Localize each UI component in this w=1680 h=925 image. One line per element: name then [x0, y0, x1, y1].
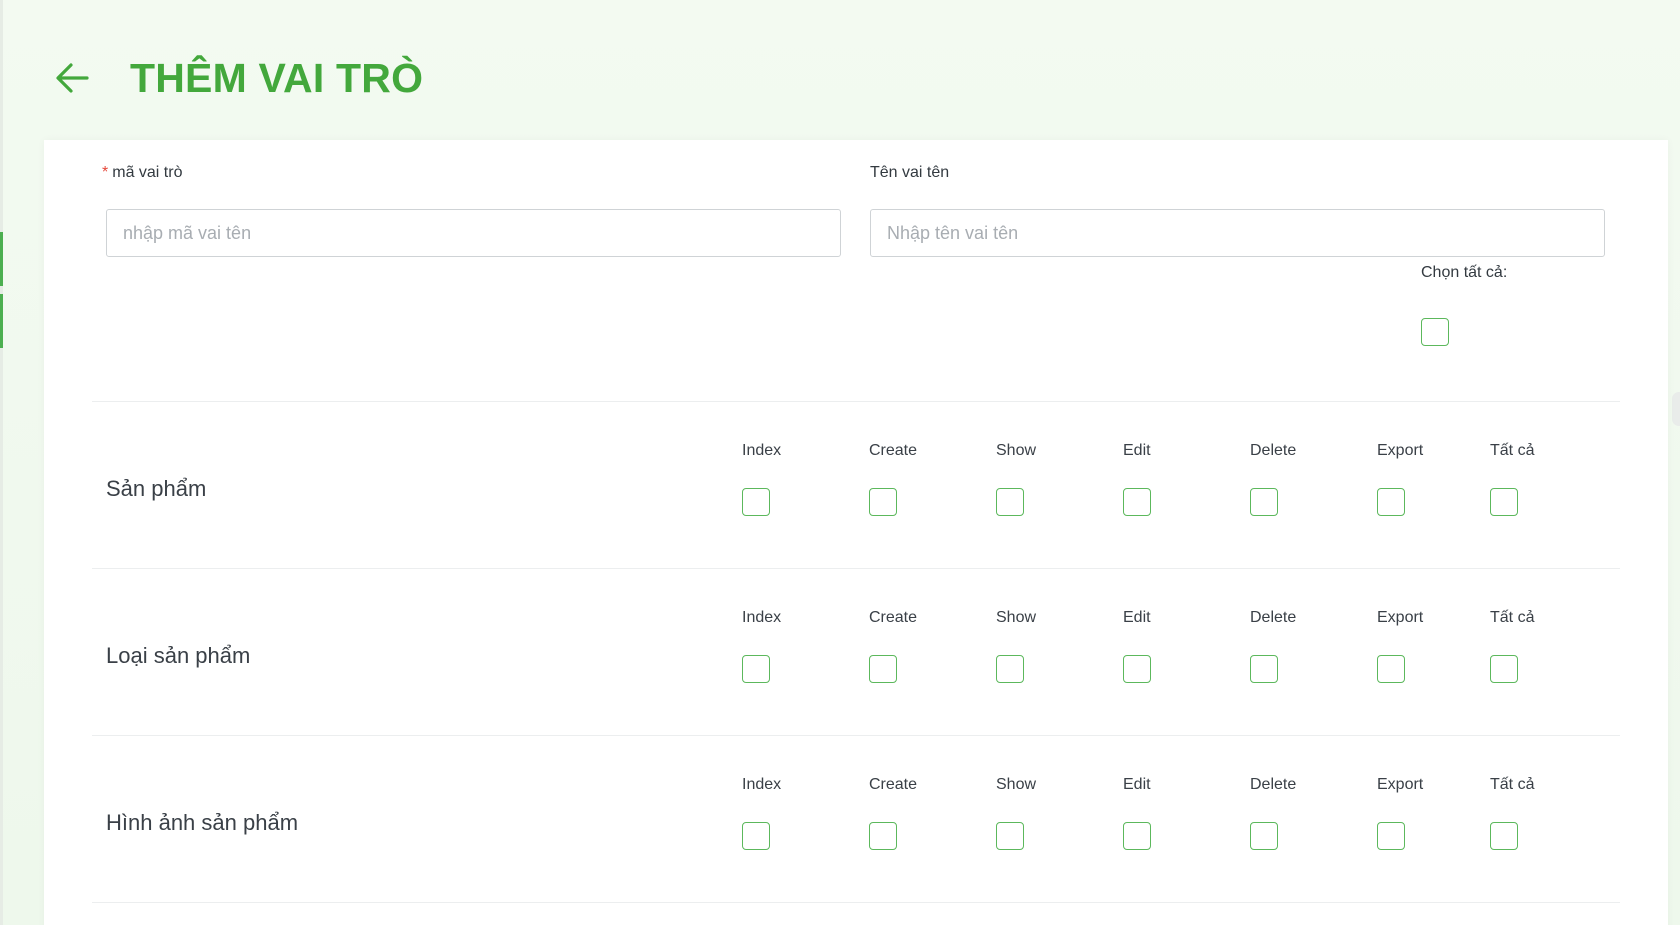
permission-column: Edit	[1123, 609, 1223, 689]
permission-checkbox[interactable]	[1123, 655, 1151, 683]
permission-label: Create	[869, 776, 918, 793]
permission-column: Create	[869, 776, 969, 856]
permission-column: Index	[742, 609, 842, 689]
arrow-left-icon	[56, 63, 89, 93]
permission-column: Delete	[1250, 776, 1350, 856]
role-form-card: *mã vai trò Tên vai tên Chọn tất cả: Sản…	[44, 140, 1668, 925]
permission-column: Export	[1377, 442, 1477, 522]
permission-label: Tất cả	[1490, 609, 1535, 626]
permission-label: Show	[996, 609, 1037, 626]
left-edge	[0, 0, 3, 925]
required-mark: *	[102, 164, 109, 181]
permission-label: Show	[996, 776, 1037, 793]
select-all-label: Chọn tất cả:	[1421, 264, 1508, 281]
permission-checkbox[interactable]	[742, 822, 770, 850]
permission-column: Export	[1377, 609, 1477, 689]
permission-column: Show	[996, 776, 1096, 856]
permission-row: Loại sản phẩm Index Create Show Edit Delete Ex…	[44, 569, 1668, 736]
scroll-handle[interactable]	[1672, 392, 1680, 426]
permission-checkbox[interactable]	[742, 488, 770, 516]
permission-checkbox[interactable]	[1123, 822, 1151, 850]
permission-label: Show	[996, 442, 1037, 459]
module-name: Loại sản phẩm	[106, 643, 251, 668]
permission-label: Edit	[1123, 776, 1151, 793]
permission-checkbox[interactable]	[1123, 488, 1151, 516]
permission-label: Tất cả	[1490, 776, 1535, 793]
permission-checkbox[interactable]	[1377, 822, 1405, 850]
permission-checkbox[interactable]	[869, 488, 897, 516]
permission-label: Create	[869, 609, 918, 626]
role-name-label: Tên vai tên	[870, 164, 950, 181]
permission-checkbox[interactable]	[996, 655, 1024, 683]
module-name: Hình ảnh sản phẩm	[106, 810, 299, 835]
permission-column: Edit	[1123, 776, 1223, 856]
permission-column: Create	[869, 442, 969, 522]
page: THÊM VAI TRÒ *mã vai trò Tên vai tên Chọ…	[0, 0, 1680, 925]
permission-label: Delete	[1250, 609, 1297, 626]
permission-checkbox[interactable]	[1377, 488, 1405, 516]
permission-column: Tất cả	[1490, 776, 1590, 856]
permission-checkbox[interactable]	[869, 822, 897, 850]
permission-column: Delete	[1250, 609, 1350, 689]
permission-label: Edit	[1123, 609, 1151, 626]
sidebar-indicator	[0, 232, 3, 286]
page-title: THÊM VAI TRÒ	[130, 54, 424, 101]
permission-checkbox[interactable]	[1377, 655, 1405, 683]
permission-label: Index	[742, 776, 782, 793]
role-code-label-text: mã vai trò	[112, 164, 183, 181]
permission-column: Tất cả	[1490, 442, 1590, 522]
permission-column: Create	[869, 609, 969, 689]
permission-column: Index	[742, 776, 842, 856]
permission-column: Tất cả	[1490, 609, 1590, 689]
permission-label: Export	[1377, 776, 1424, 793]
permission-checkbox[interactable]	[996, 488, 1024, 516]
permission-column: Show	[996, 609, 1096, 689]
page-header: THÊM VAI TRÒ	[52, 50, 423, 106]
permission-checkbox[interactable]	[1250, 488, 1278, 516]
permission-column: Delete	[1250, 442, 1350, 522]
sidebar-indicator	[0, 294, 3, 348]
permission-label: Tất cả	[1490, 442, 1535, 459]
role-name-input[interactable]	[870, 209, 1605, 257]
permission-label: Edit	[1123, 442, 1151, 459]
permission-column: Show	[996, 442, 1096, 522]
role-code-input[interactable]	[106, 209, 841, 257]
back-button[interactable]	[52, 58, 92, 98]
permission-column: Edit	[1123, 442, 1223, 522]
permission-label: Create	[869, 442, 918, 459]
permission-row: Hình ảnh sản phẩm Index Create Show Edit Dele…	[44, 736, 1668, 903]
permission-checkbox[interactable]	[996, 822, 1024, 850]
permission-label: Delete	[1250, 442, 1297, 459]
permission-label: Export	[1377, 609, 1424, 626]
permission-checkbox[interactable]	[1250, 655, 1278, 683]
role-code-label: * mã vai trò	[102, 164, 182, 182]
permission-column: Index	[742, 442, 842, 522]
select-all-checkbox[interactable]	[1421, 318, 1449, 346]
permission-checkbox[interactable]	[1490, 488, 1518, 516]
permission-label: Index	[742, 442, 782, 459]
permission-checkbox[interactable]	[1490, 655, 1518, 683]
divider	[92, 902, 1620, 903]
permission-row: Sản phẩm Index Create Show Edit Delete Export T…	[44, 402, 1668, 569]
permission-label: Delete	[1250, 776, 1297, 793]
permission-label: Export	[1377, 442, 1424, 459]
permission-checkbox[interactable]	[742, 655, 770, 683]
module-name: Sản phẩm	[106, 476, 207, 501]
permission-column: Export	[1377, 776, 1477, 856]
permission-label: Index	[742, 609, 782, 626]
permission-checkbox[interactable]	[1250, 822, 1278, 850]
permission-checkbox[interactable]	[869, 655, 897, 683]
permission-checkbox[interactable]	[1490, 822, 1518, 850]
